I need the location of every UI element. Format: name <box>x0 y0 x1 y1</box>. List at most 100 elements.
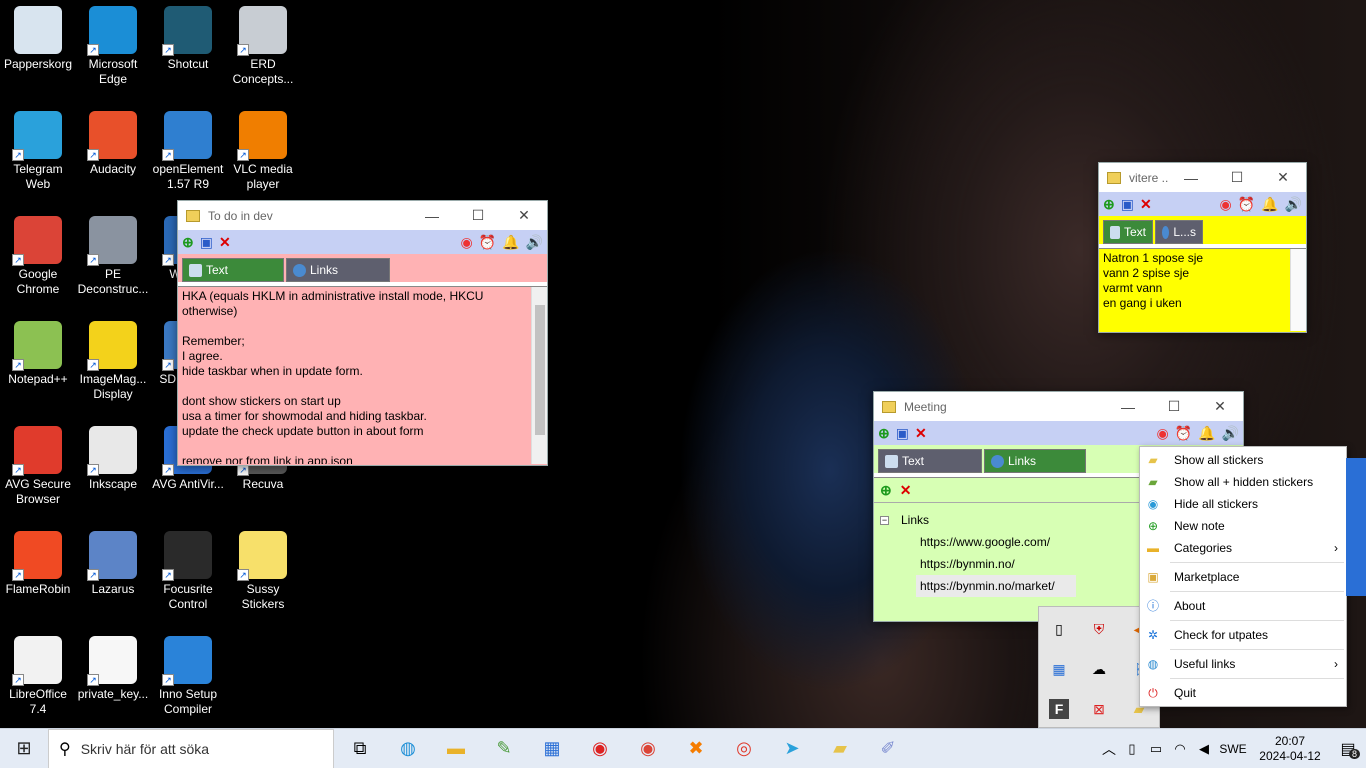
desktop-icon[interactable]: ↗ Inno Setup Compiler <box>150 636 226 717</box>
tab-links[interactable]: Links <box>286 258 390 282</box>
menu-item-marketplace[interactable]: ▣ Marketplace <box>1140 566 1346 588</box>
delete-icon[interactable]: ✕ <box>219 234 231 251</box>
alarm-clock-icon[interactable]: ⏰ <box>1175 425 1192 442</box>
maximize-button[interactable]: ☐ <box>1214 169 1260 186</box>
menu-item-about[interactable]: ⓘ About <box>1140 595 1346 617</box>
desktop-icon[interactable]: ↗ Telegram Web <box>0 111 76 192</box>
save-icon[interactable]: ▣ <box>200 234 213 251</box>
desktop-icon[interactable]: ↗ AVG Secure Browser <box>0 426 76 507</box>
tab-links[interactable]: L...s <box>1155 220 1203 244</box>
menu-item-quit[interactable]: ⏻ Quit <box>1140 682 1346 704</box>
menu-item-categories[interactable]: ▬ Categories › <box>1140 537 1346 559</box>
delete-link-icon[interactable]: ✕ <box>900 482 912 499</box>
avg-browser-taskbar-icon[interactable]: ◎ <box>720 729 768 768</box>
notepad-taskbar-icon[interactable]: ✎ <box>480 729 528 768</box>
add-icon[interactable]: ⊕ <box>878 425 890 442</box>
task-view-icon[interactable]: ⧉ <box>336 729 384 768</box>
flamerobin-taskbar-icon[interactable]: ◉ <box>576 729 624 768</box>
menu-item-show-all-stickers[interactable]: ▰ Show all stickers <box>1140 449 1346 471</box>
maximize-button[interactable]: ☐ <box>455 207 501 224</box>
minimize-button[interactable]: — <box>1168 170 1214 186</box>
desktop-icon[interactable]: ↗ Notepad++ <box>0 321 76 387</box>
desktop-icon[interactable]: ↗ Lazarus <box>75 531 151 597</box>
tab-text[interactable]: Text <box>1103 220 1153 244</box>
menu-item-useful-links[interactable]: ◍ Useful links › <box>1140 653 1346 675</box>
minimize-button[interactable]: — <box>1105 399 1151 415</box>
chrome-taskbar-icon[interactable]: ◉ <box>624 729 672 768</box>
color-wheel-icon[interactable]: ◉ <box>460 234 472 251</box>
usb-icon[interactable]: ▯ <box>1049 619 1069 639</box>
desktop-icon[interactable]: ↗ LibreOffice 7.4 <box>0 636 76 717</box>
desktop-icon[interactable]: ↗ PE Deconstruc... <box>75 216 151 297</box>
sticker-taskbar-icon[interactable]: ▰ <box>816 729 864 768</box>
save-icon[interactable]: ▣ <box>1121 196 1134 213</box>
xampp-icon[interactable]: ✖ <box>672 729 720 768</box>
menu-item-check-for-utpates[interactable]: ✲ Check for utpates <box>1140 624 1346 646</box>
bell-icon[interactable]: 🔔 <box>1261 196 1278 213</box>
antivirus-icon[interactable]: ⊠ <box>1089 699 1109 719</box>
color-wheel-icon[interactable]: ◉ <box>1156 425 1168 442</box>
close-button[interactable]: ✕ <box>1197 398 1243 415</box>
desktop-icon[interactable]: ↗ Inkscape <box>75 426 151 492</box>
bell-icon[interactable]: 🔔 <box>1198 425 1215 442</box>
desktop-icon[interactable]: ↗ Sussy Stickers <box>225 531 301 612</box>
vertical-scrollbar[interactable] <box>1290 249 1306 331</box>
clock[interactable]: 20:07 2024-04-12 <box>1250 734 1330 764</box>
speaker-icon[interactable]: 🔊 <box>1285 196 1302 213</box>
desktop-icon[interactable]: ↗ Microsoft Edge <box>75 6 151 87</box>
speaker-icon[interactable]: 🔊 <box>1222 425 1239 442</box>
tab-text[interactable]: Text <box>182 258 284 282</box>
desktop-icon[interactable]: ↗ Audacity <box>75 111 151 177</box>
usb-tray-icon[interactable]: ▯ <box>1120 729 1144 768</box>
cloud-off-icon[interactable]: ☁ <box>1089 659 1109 679</box>
language-indicator[interactable]: SWE <box>1216 742 1250 756</box>
title-bar[interactable]: To do in dev — ☐ ✕ <box>178 201 547 230</box>
shield-icon[interactable]: ⛨ <box>1089 619 1109 639</box>
desktop-icon[interactable]: Papperskorg <box>0 6 76 72</box>
title-bar[interactable]: vitere ... — ☐ ✕ <box>1099 163 1306 192</box>
menu-item-new-note[interactable]: ⊕ New note <box>1140 515 1346 537</box>
desktop-icon[interactable]: ↗ Focusrite Control <box>150 531 226 612</box>
close-button[interactable]: ✕ <box>501 207 547 224</box>
show-hidden-icons-chevron-icon[interactable]: ︿ <box>1098 729 1120 768</box>
menu-item-hide-all-stickers[interactable]: ◉ Hide all stickers <box>1140 493 1346 515</box>
note-text[interactable]: HKA (equals HKLM in administrative insta… <box>178 287 530 464</box>
network-icon[interactable]: ▦ <box>1049 659 1069 679</box>
desktop-icon[interactable]: ↗ Google Chrome <box>0 216 76 297</box>
alarm-clock-icon[interactable]: ⏰ <box>1238 196 1255 213</box>
maximize-button[interactable]: ☐ <box>1151 398 1197 415</box>
collapse-icon[interactable]: − <box>880 515 889 525</box>
wifi-icon[interactable]: ◠ <box>1168 729 1192 768</box>
tab-text[interactable]: Text <box>878 449 982 473</box>
desktop-icon[interactable]: ↗ openElement 1.57 R9 <box>150 111 226 192</box>
battery-icon[interactable]: ▭ <box>1144 729 1168 768</box>
file-explorer-icon[interactable]: ▬ <box>432 729 480 768</box>
add-link-icon[interactable]: ⊕ <box>880 482 892 499</box>
minimize-button[interactable]: — <box>409 208 455 224</box>
edge-taskbar-icon[interactable]: ◍ <box>384 729 432 768</box>
vitere-sticker-window[interactable]: vitere ... — ☐ ✕ ⊕ ▣ ✕ ◉ ⏰ 🔔 🔊 Text L...… <box>1098 162 1307 333</box>
telegram-taskbar-icon[interactable]: ➤ <box>768 729 816 768</box>
add-icon[interactable]: ⊕ <box>182 234 194 251</box>
speaker-icon[interactable]: 🔊 <box>526 234 543 251</box>
link-item[interactable]: https://bynmin.no/market/ <box>916 575 1076 597</box>
vertical-scrollbar[interactable] <box>531 287 547 464</box>
search-box[interactable]: ⚲ Skriv här för att söka <box>48 728 334 768</box>
tab-links[interactable]: Links <box>984 449 1086 473</box>
windows-start-icon[interactable]: ⊞ <box>0 729 48 768</box>
notification-center-icon[interactable]: ▤ 8 <box>1330 739 1366 759</box>
alarm-clock-icon[interactable]: ⏰ <box>479 234 496 251</box>
save-icon[interactable]: ▣ <box>896 425 909 442</box>
store-icon[interactable]: ▦ <box>528 729 576 768</box>
add-icon[interactable]: ⊕ <box>1103 196 1115 213</box>
close-button[interactable]: ✕ <box>1260 169 1306 186</box>
bell-icon[interactable]: 🔔 <box>502 234 519 251</box>
desktop-icon[interactable]: ↗ private_key... <box>75 636 151 702</box>
desktop-icon[interactable]: ↗ ERD Concepts... <box>225 6 301 87</box>
color-wheel-icon[interactable]: ◉ <box>1219 196 1231 213</box>
title-bar[interactable]: Meeting — ☐ ✕ <box>874 392 1243 421</box>
volume-icon[interactable]: ◀ <box>1192 729 1216 768</box>
note-text[interactable]: Natron 1 spose sje vann 2 spise sje varm… <box>1099 249 1289 331</box>
todo-sticker-window[interactable]: To do in dev — ☐ ✕ ⊕ ▣ ✕ ◉ ⏰ 🔔 🔊 Text Li… <box>177 200 548 466</box>
delete-icon[interactable]: ✕ <box>1140 196 1152 213</box>
